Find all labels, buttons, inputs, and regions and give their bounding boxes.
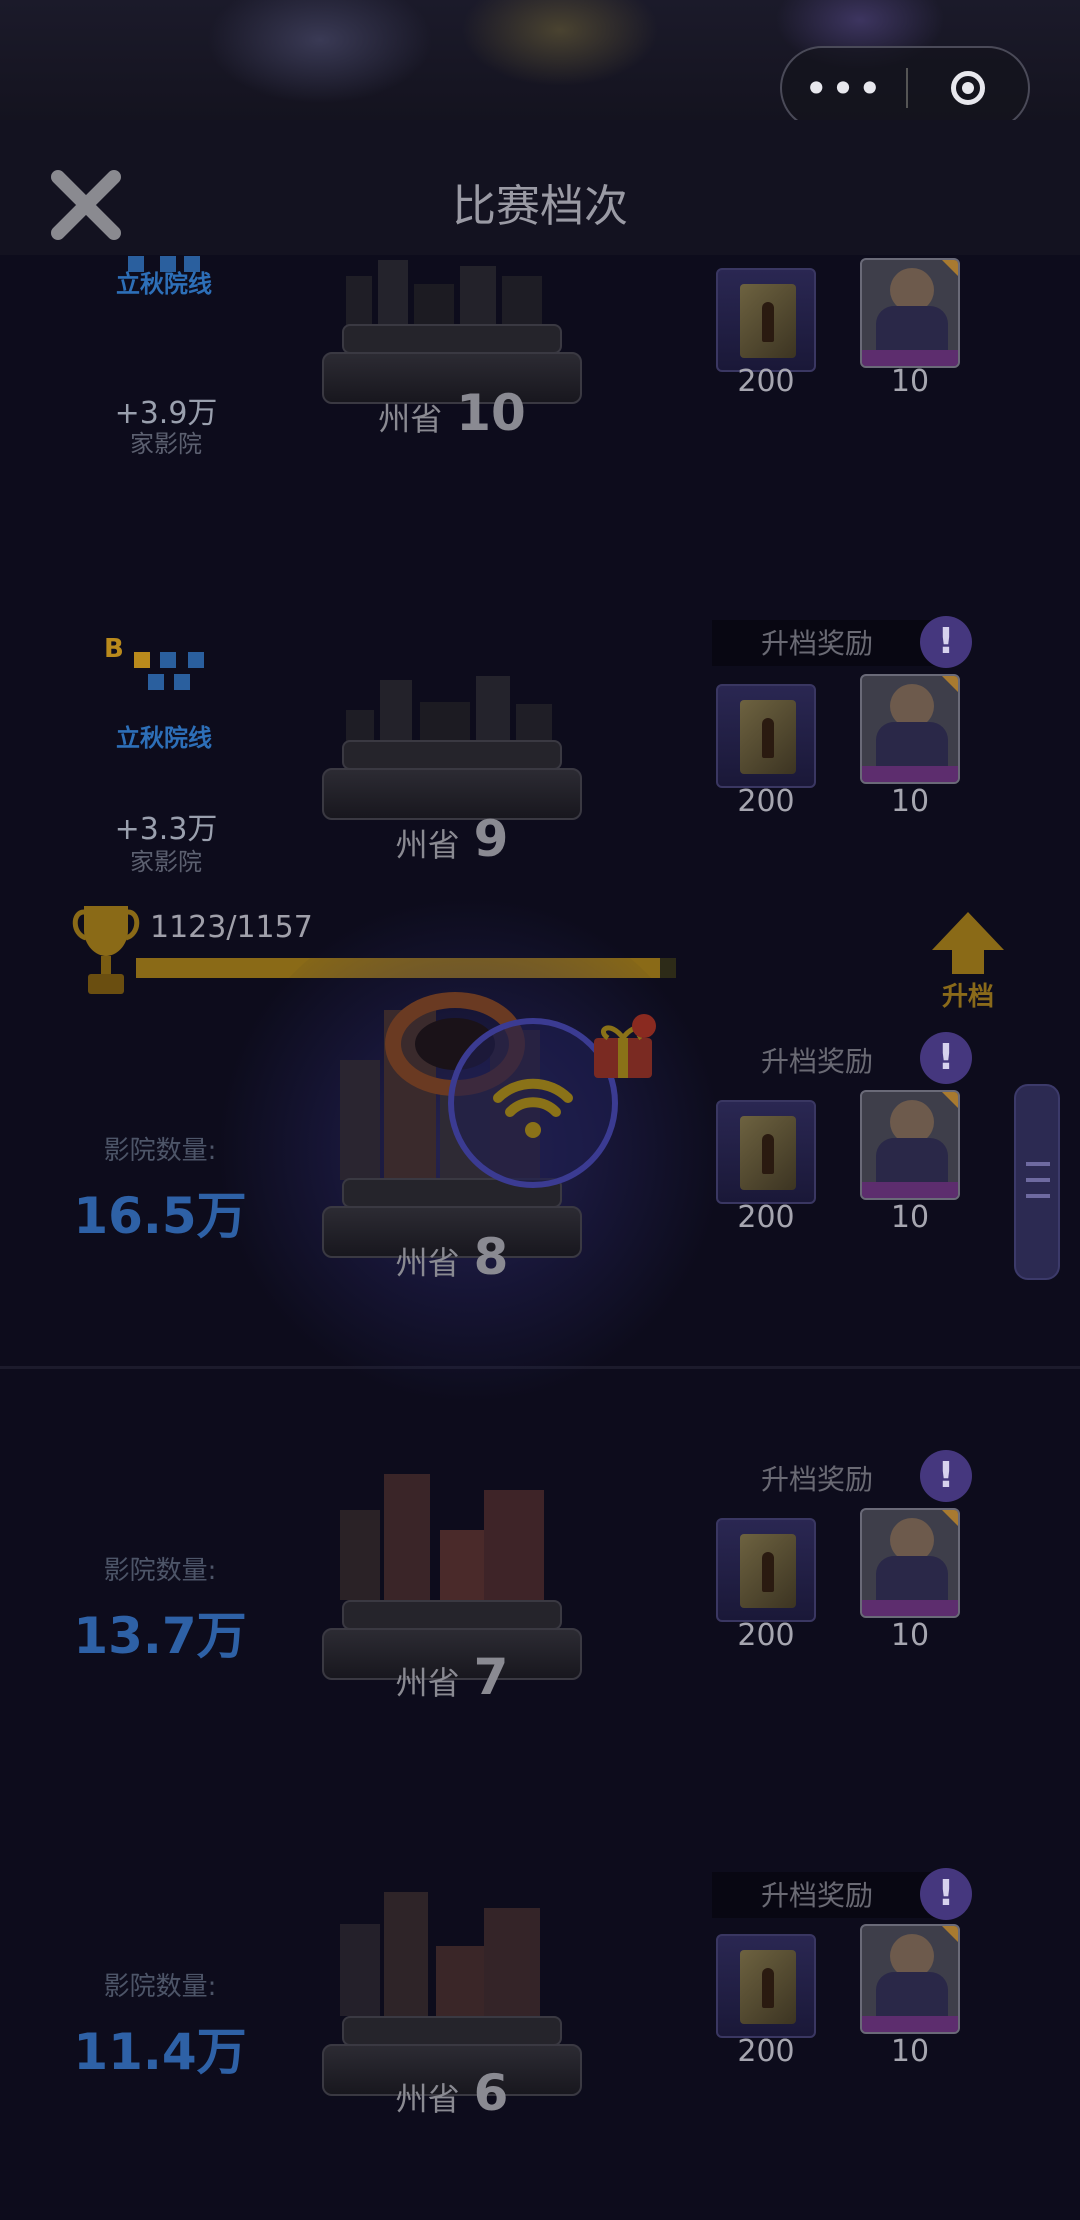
reward-header: 升档奖励 [760, 1045, 873, 1078]
upgrade-label[interactable]: 升档 [928, 976, 1008, 1013]
cinema-chain-logo: B 立秋院线 [104, 634, 224, 752]
info-icon[interactable]: ! [920, 1450, 972, 1502]
reward-header: 升档奖励 [760, 1879, 873, 1912]
cinema-count-value: 13.7万 [73, 1607, 247, 1665]
reward-amount: 10 [890, 364, 930, 399]
reward-amount: 200 [737, 1618, 795, 1653]
reward-character-card[interactable] [860, 1924, 960, 2034]
reward-card-item[interactable] [716, 1518, 816, 1622]
tier-level-label: 州省 8 [395, 1228, 509, 1286]
city-building-icon [340, 1888, 570, 2016]
mini-program-capsule: ••• [780, 46, 1030, 130]
reward-amount: 10 [890, 2034, 930, 2069]
info-icon[interactable]: ! [920, 1032, 972, 1084]
reward-amount: 10 [890, 784, 930, 819]
level-pedestal [322, 740, 582, 820]
mini-program-close-button[interactable] [908, 48, 1028, 128]
tier-level-label: 州省 10 [378, 384, 526, 442]
reward-header: 升档奖励 [760, 1463, 873, 1496]
cinema-count-value: 11.4万 [73, 2023, 247, 2081]
reward-character-card[interactable] [860, 1090, 960, 1200]
reward-character-card[interactable] [860, 258, 960, 368]
reward-card-item[interactable] [716, 1100, 816, 1204]
more-button[interactable]: ••• [782, 48, 906, 128]
info-icon[interactable]: ! [920, 1868, 972, 1920]
cinema-count-value: 16.5万 [73, 1187, 247, 1245]
cinema-chain-logo: 立秋院线 [104, 256, 224, 336]
reward-amount: 200 [737, 1200, 795, 1235]
trophy-icon [72, 906, 140, 994]
reward-card-item[interactable] [716, 684, 816, 788]
city-building-icon [340, 1470, 570, 1600]
cinema-count-label: 影院数量: [103, 1972, 217, 2002]
cinema-delta-unit: 家影院 [130, 848, 202, 876]
reward-amount: 200 [737, 2034, 795, 2069]
info-icon[interactable]: ! [920, 616, 972, 668]
logo-text: 立秋院线 [116, 724, 212, 752]
cinema-delta-unit: 家影院 [130, 430, 202, 458]
cinema-count-label: 影院数量: [103, 1136, 217, 1166]
cinema-count-label: 影院数量: [103, 1556, 217, 1586]
logo-text: 立秋院线 [116, 270, 212, 298]
reward-character-card[interactable] [860, 1508, 960, 1618]
reward-amount: 200 [737, 784, 795, 819]
tier-level-label: 州省 7 [395, 1648, 509, 1706]
logo-badge: B [104, 634, 124, 664]
side-drawer-handle[interactable] [1014, 1084, 1060, 1280]
reward-character-card[interactable] [860, 674, 960, 784]
progress-text: 1123/1157 [150, 910, 313, 945]
reward-amount: 10 [890, 1200, 930, 1235]
reward-card-item[interactable] [716, 268, 816, 372]
reward-amount: 200 [737, 364, 795, 399]
target-icon [951, 71, 985, 105]
page-title: 比赛档次 [452, 181, 628, 232]
tier-level-label: 州省 6 [395, 2064, 509, 2122]
reward-card-item[interactable] [716, 1934, 816, 2038]
gift-icon[interactable] [588, 1012, 658, 1082]
reward-header: 升档奖励 [760, 627, 873, 660]
reward-amount: 10 [890, 1618, 930, 1653]
tier-level-label: 州省 9 [395, 810, 509, 868]
